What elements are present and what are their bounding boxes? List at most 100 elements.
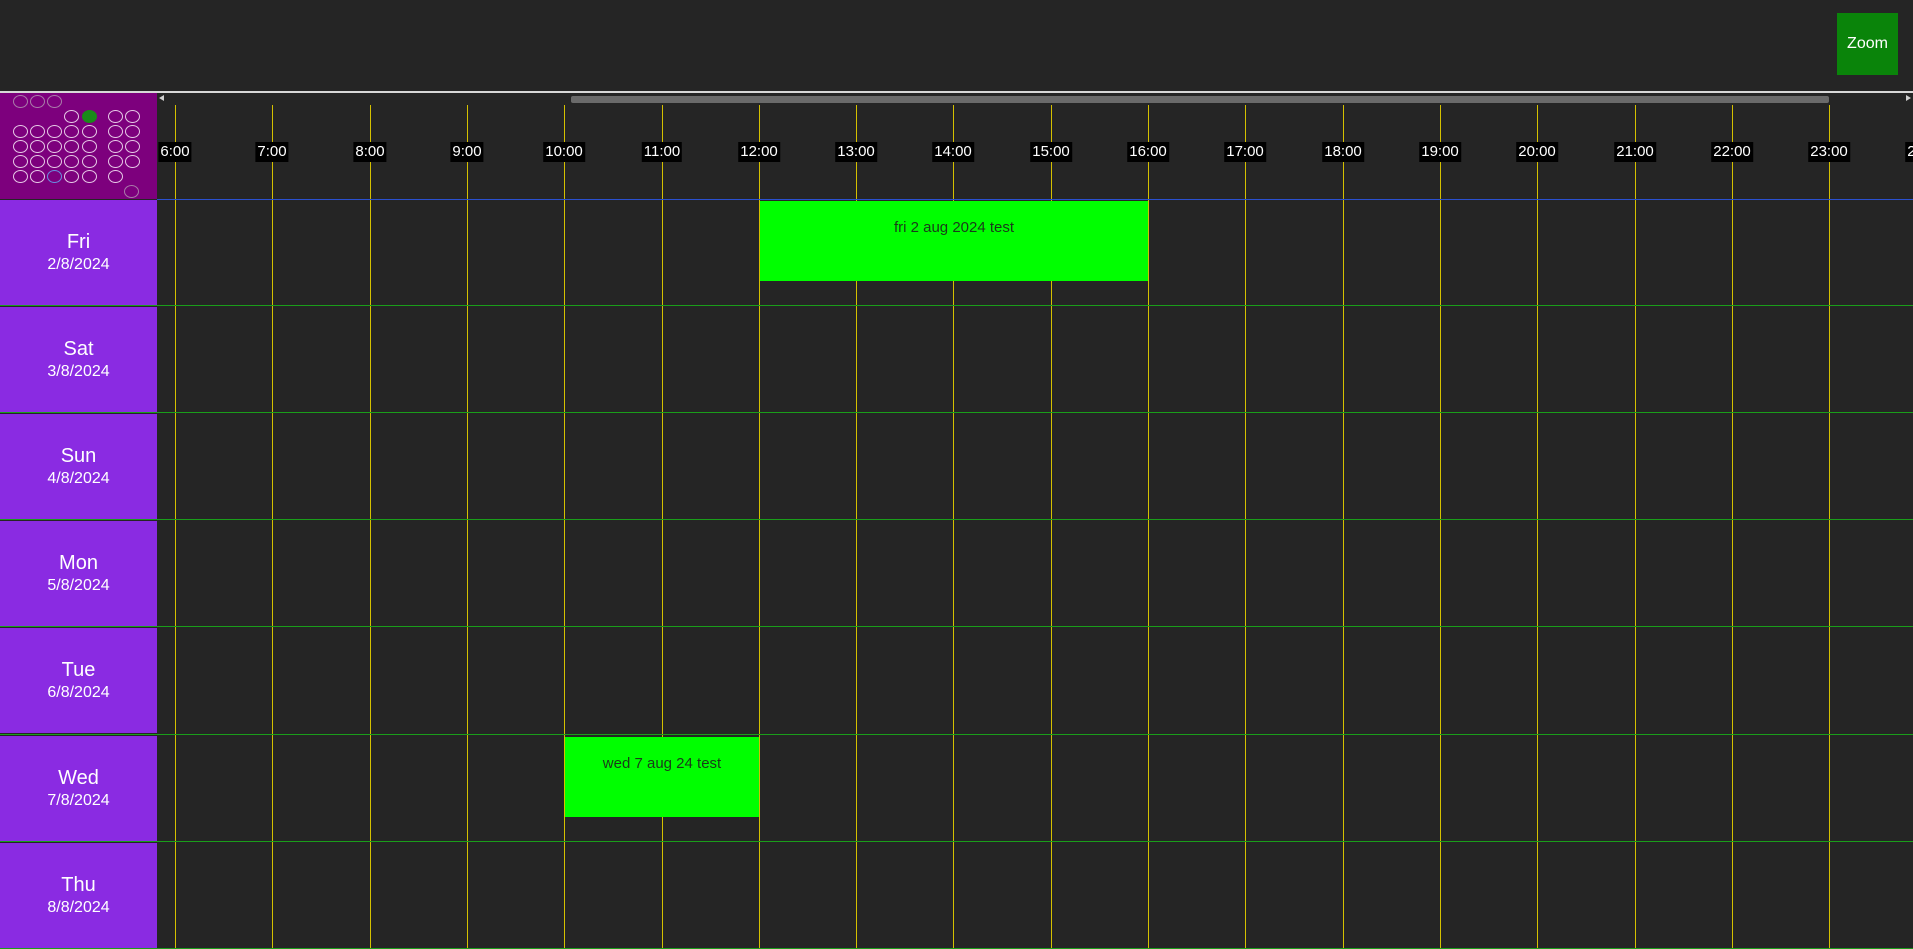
row-separator (0, 626, 1913, 627)
pattern-dot-icon (47, 125, 62, 138)
hour-label: 8:00 (353, 142, 387, 162)
pattern-dot-icon (108, 155, 123, 168)
zoom-button[interactable]: Zoom (1837, 13, 1898, 75)
pattern-dot-icon (64, 155, 79, 168)
hour-label: 19:00 (1419, 142, 1461, 162)
day-date: 5/8/2024 (47, 576, 110, 594)
pattern-dot-icon (13, 95, 28, 108)
hour-label: 23:00 (1808, 142, 1850, 162)
day-name: Sat (63, 337, 94, 360)
hour-line (272, 105, 273, 949)
hour-line (467, 105, 468, 949)
row-separator (0, 412, 1913, 413)
pattern-dot-icon (82, 125, 97, 138)
row-separator (0, 734, 1913, 735)
hour-label: 20:00 (1516, 142, 1558, 162)
day-header-fri: Fri 2/8/2024 (0, 200, 157, 305)
pattern-dot-icon (47, 140, 62, 153)
pattern-dot-icon (64, 140, 79, 153)
pattern-dot-icon (30, 170, 45, 183)
pattern-dot-icon (125, 140, 140, 153)
hour-label: 13:00 (835, 142, 877, 162)
scroll-left-arrow-icon[interactable] (159, 95, 164, 101)
pattern-dot-icon (108, 110, 123, 123)
pattern-dot-icon (13, 125, 28, 138)
hour-line (1732, 105, 1733, 949)
pattern-dot-icon (30, 155, 45, 168)
hour-line (370, 105, 371, 949)
day-name: Wed (58, 766, 99, 789)
pattern-dot-icon (124, 185, 139, 198)
pattern-dot-icon (30, 140, 45, 153)
hour-label: 12:00 (738, 142, 780, 162)
day-header-sun: Sun 4/8/2024 (0, 414, 157, 519)
hour-label: 15:00 (1030, 142, 1072, 162)
row-separator (0, 305, 1913, 306)
day-date: 2/8/2024 (47, 255, 110, 273)
hour-line (1245, 105, 1246, 949)
day-header-wed: Wed 7/8/2024 (0, 736, 157, 841)
hour-label: 24:00 (1905, 142, 1913, 162)
day-date: 6/8/2024 (47, 683, 110, 701)
hour-label: 17:00 (1224, 142, 1266, 162)
pattern-dot-icon (125, 155, 140, 168)
event-block[interactable]: fri 2 aug 2024 test (760, 201, 1148, 281)
day-date: 7/8/2024 (47, 791, 110, 809)
hour-label: 14:00 (932, 142, 974, 162)
hour-label: 11:00 (641, 142, 683, 162)
hour-line (564, 105, 565, 949)
pattern-dot-icon (47, 170, 62, 183)
horizontal-scrollbar[interactable] (157, 93, 1913, 105)
header-separator (157, 199, 1913, 200)
row-separator (0, 841, 1913, 842)
hour-line (1635, 105, 1636, 949)
pattern-dot-icon (108, 140, 123, 153)
pattern-dot-icon (82, 170, 97, 183)
pattern-dot-icon (13, 140, 28, 153)
hour-label: 9:00 (450, 142, 484, 162)
pattern-dot-icon (82, 155, 97, 168)
day-header-mon: Mon 5/8/2024 (0, 521, 157, 626)
day-header-tue: Tue 6/8/2024 (0, 628, 157, 733)
day-header-sat: Sat 3/8/2024 (0, 307, 157, 412)
hour-line (175, 105, 176, 949)
corner-pattern-panel (0, 93, 157, 199)
day-name: Fri (66, 230, 91, 253)
hour-line (1537, 105, 1538, 949)
pattern-dot-icon (47, 155, 62, 168)
day-name: Sun (60, 444, 97, 467)
pattern-dot-icon (13, 170, 28, 183)
pattern-dot-icon (108, 170, 123, 183)
hour-line (662, 105, 663, 949)
pattern-dot-icon (64, 170, 79, 183)
hour-label: 7:00 (255, 142, 289, 162)
day-date: 8/8/2024 (47, 898, 110, 916)
pattern-dot-icon (47, 95, 62, 108)
scroll-thumb[interactable] (571, 96, 1829, 103)
day-date: 3/8/2024 (47, 362, 110, 380)
hour-label: 22:00 (1711, 142, 1753, 162)
hour-label: 18:00 (1322, 142, 1364, 162)
pattern-dot-icon (64, 110, 79, 123)
day-name: Thu (61, 873, 96, 896)
hour-line (1148, 105, 1149, 949)
day-header-thu: Thu 8/8/2024 (0, 843, 157, 948)
hour-label: 21:00 (1614, 142, 1656, 162)
pattern-dot-icon (125, 125, 140, 138)
hour-label: 16:00 (1127, 142, 1169, 162)
pattern-dot-icon (13, 155, 28, 168)
pattern-dot-icon (82, 140, 97, 153)
event-block[interactable]: wed 7 aug 24 test (565, 737, 759, 817)
hour-label: 10:00 (543, 142, 585, 162)
row-separator (0, 519, 1913, 520)
hour-line (1343, 105, 1344, 949)
pattern-dot-icon (82, 110, 97, 123)
top-toolbar: Zoom (0, 0, 1913, 92)
pattern-dot-icon (30, 95, 45, 108)
pattern-dot-icon (125, 110, 140, 123)
pattern-dot-icon (64, 125, 79, 138)
scroll-right-arrow-icon[interactable] (1906, 95, 1911, 101)
day-name: Mon (59, 551, 98, 574)
hour-line (1829, 105, 1830, 949)
hour-label: 6:00 (158, 142, 192, 162)
